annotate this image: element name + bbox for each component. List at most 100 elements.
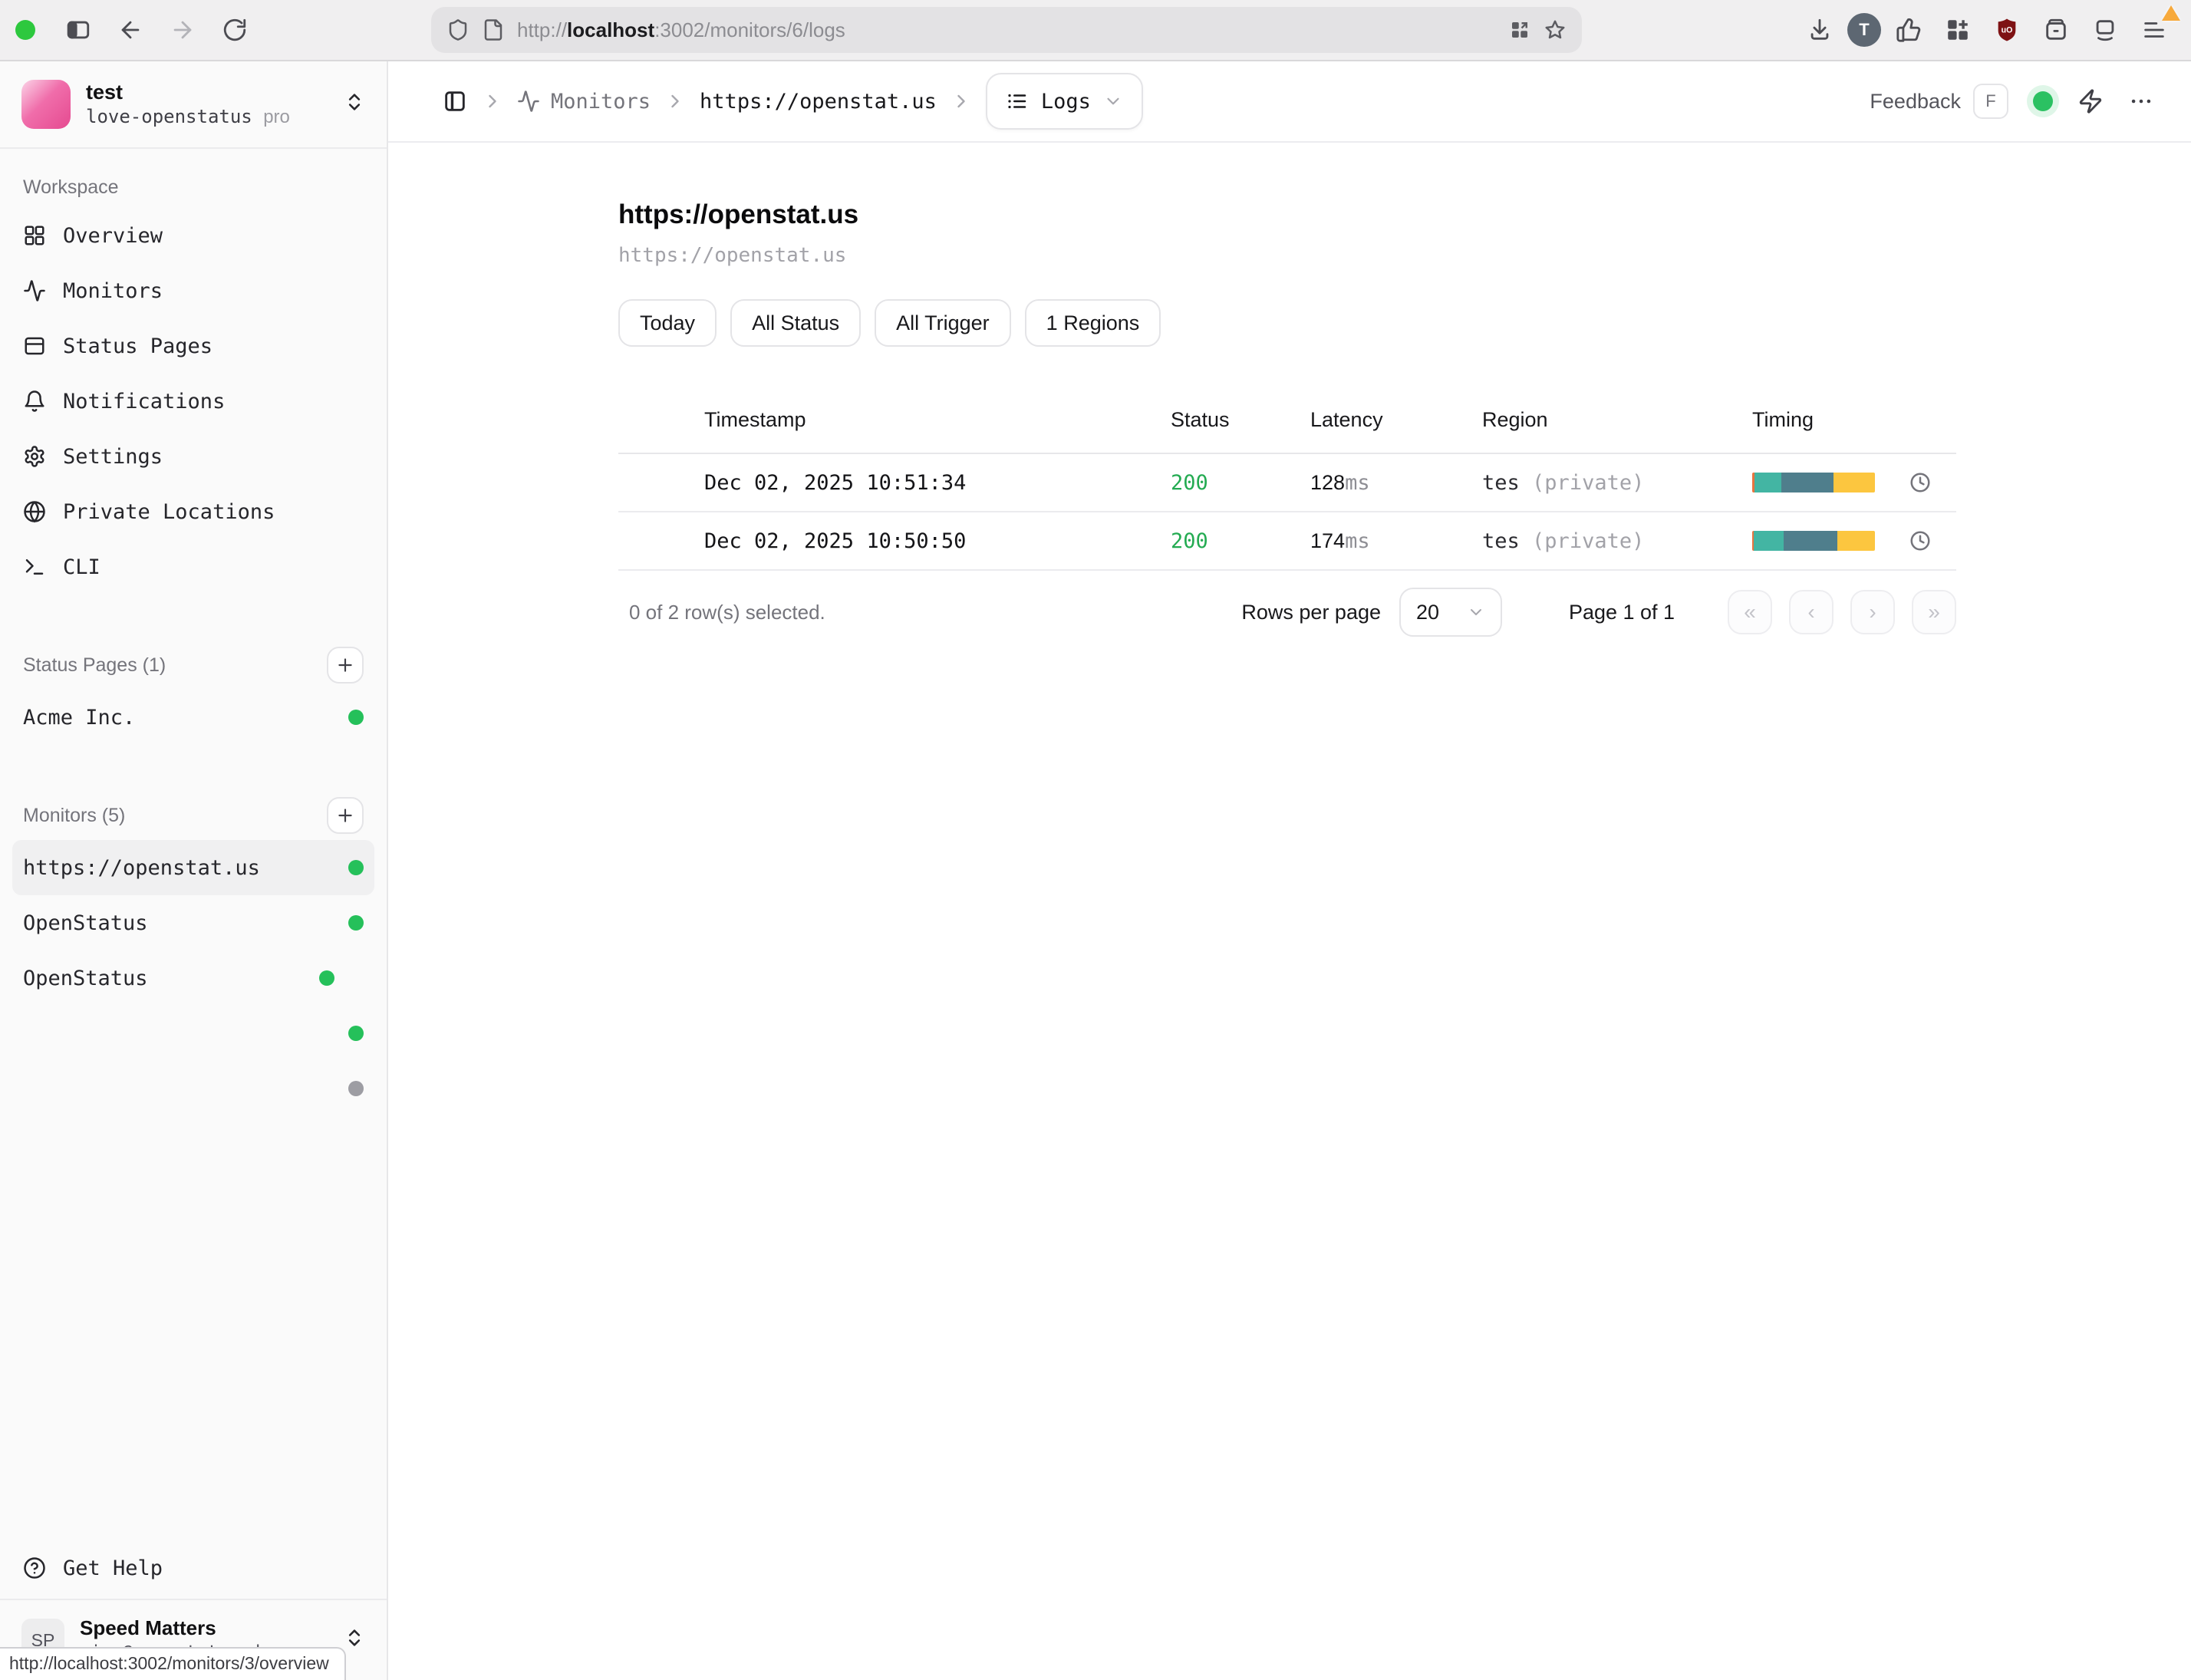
- monitor-item-openstatus-2[interactable]: OpenStatus: [12, 950, 374, 1006]
- zap-icon[interactable]: [2077, 88, 2104, 114]
- svg-text:uO: uO: [2002, 26, 2013, 35]
- clock-icon: [1909, 529, 1932, 552]
- terminal-icon: [23, 555, 46, 578]
- back-icon[interactable]: [109, 8, 152, 51]
- activity-icon: [517, 90, 540, 113]
- latency-cell: 128ms: [1270, 471, 1442, 495]
- region-cell: tes (private): [1442, 471, 1712, 495]
- timing-cell: [1712, 529, 1956, 552]
- sidebar-item-private-locations[interactable]: Private Locations: [12, 484, 374, 539]
- laptop-icon[interactable]: [2084, 8, 2127, 51]
- gear-icon: [23, 445, 46, 468]
- breadcrumb-monitors[interactable]: Monitors: [517, 90, 651, 114]
- tiles-expand-icon[interactable]: [1508, 18, 1531, 41]
- sidebar-item-notifications[interactable]: Notifications: [12, 374, 374, 429]
- workspace-switcher[interactable]: test love-openstatus pro: [0, 61, 387, 149]
- clock-icon: [1909, 471, 1932, 494]
- add-monitor-button[interactable]: [327, 797, 364, 834]
- sidebar-item-label: Private Locations: [63, 500, 275, 524]
- plus-icon: [335, 655, 355, 675]
- filters: Today All Status All Trigger 1 Regions: [618, 299, 1956, 347]
- table-footer: 0 of 2 row(s) selected. Rows per page 20…: [618, 588, 1956, 637]
- status-page-item-acme[interactable]: Acme Inc.: [12, 690, 374, 745]
- profile-avatar[interactable]: T: [1847, 13, 1881, 47]
- sidebar-item-cli[interactable]: CLI: [12, 539, 374, 595]
- status-cell: 200: [1131, 471, 1270, 495]
- first-page-button[interactable]: «: [1728, 590, 1772, 634]
- statusbar-link-tooltip: http://localhost:3002/monitors/3/overvie…: [0, 1647, 346, 1680]
- reload-icon[interactable]: [213, 8, 256, 51]
- sidebar-item-label: Notifications: [63, 390, 225, 413]
- status-dot: [348, 1026, 364, 1041]
- sidebar-item-monitors[interactable]: Monitors: [12, 263, 374, 318]
- feedback-button[interactable]: Feedback F: [1870, 84, 2008, 119]
- column-header-timestamp[interactable]: Timestamp: [664, 408, 1131, 432]
- page-title: https://openstat.us: [618, 199, 1956, 230]
- archive-box-icon[interactable]: [2035, 8, 2077, 51]
- table-header-row: Timestamp Status Latency Region Timing: [618, 387, 1956, 454]
- thumbs-up-extension-icon[interactable]: [1887, 8, 1930, 51]
- rows-per-page-label: Rows per page: [1241, 601, 1381, 624]
- ublock-shield-icon[interactable]: uO: [1985, 8, 2028, 51]
- downloads-icon[interactable]: [1798, 8, 1841, 51]
- filter-status[interactable]: All Status: [730, 299, 861, 347]
- sidebar: test love-openstatus pro Workspace Overv…: [0, 61, 388, 1680]
- more-menu-icon[interactable]: [2128, 88, 2154, 114]
- status-dot: [319, 970, 334, 986]
- selected-rows-text: 0 of 2 row(s) selected.: [618, 601, 825, 624]
- live-status-dot: [2033, 91, 2053, 111]
- url-text[interactable]: http://localhost:3002/monitors/6/logs: [517, 18, 1496, 42]
- monitor-item-unnamed-1[interactable]: [12, 1006, 374, 1061]
- chevrons-up-down-icon: [344, 1626, 365, 1655]
- sidebar-item-settings[interactable]: Settings: [12, 429, 374, 484]
- monitor-item-openstat-us[interactable]: https://openstat.us: [12, 840, 374, 895]
- latency-cell: 174ms: [1270, 529, 1442, 553]
- monitor-item-openstatus-1[interactable]: OpenStatus: [12, 895, 374, 950]
- get-help-button[interactable]: Get Help: [12, 1537, 374, 1599]
- next-page-button[interactable]: ›: [1850, 590, 1895, 634]
- sidebar-item-status-pages[interactable]: Status Pages: [12, 318, 374, 374]
- timing-cell: [1712, 471, 1956, 494]
- column-header-latency[interactable]: Latency: [1270, 408, 1442, 432]
- workspace-slug: love-openstatus pro: [86, 105, 328, 129]
- panel-toggle-icon[interactable]: [442, 88, 468, 114]
- sidebar-item-label: CLI: [63, 555, 100, 579]
- main-content: Monitors https://openstat.us Logs Feedba…: [388, 61, 2191, 1680]
- filter-date[interactable]: Today: [618, 299, 717, 347]
- breadcrumb-monitor-name[interactable]: https://openstat.us: [700, 90, 937, 114]
- sidebar-item-label: Settings: [63, 445, 163, 469]
- extensions-icon[interactable]: [1936, 8, 1979, 51]
- add-status-page-button[interactable]: [327, 647, 364, 684]
- grid-icon: [23, 224, 46, 247]
- browser-sidebar-toggle-icon[interactable]: [57, 8, 100, 51]
- bell-icon: [23, 390, 46, 413]
- app-menu-icon[interactable]: [2133, 8, 2176, 51]
- prev-page-button[interactable]: ‹: [1789, 590, 1834, 634]
- traffic-light-green[interactable]: [15, 20, 35, 40]
- monitor-label: https://openstat.us: [23, 856, 348, 880]
- filter-regions[interactable]: 1 Regions: [1025, 299, 1161, 347]
- table-row[interactable]: Dec 02, 2025 10:51:34 200 128ms tes (pri…: [618, 454, 1956, 512]
- page-icon[interactable]: [482, 18, 505, 41]
- column-header-status[interactable]: Status: [1131, 408, 1270, 432]
- column-header-region[interactable]: Region: [1442, 408, 1712, 432]
- rows-per-page-select[interactable]: 20: [1399, 588, 1502, 637]
- shield-icon[interactable]: [446, 18, 470, 41]
- region-cell: tes (private): [1442, 529, 1712, 553]
- update-badge: [2162, 5, 2180, 21]
- filter-trigger[interactable]: All Trigger: [875, 299, 1011, 347]
- sidebar-item-label: Monitors: [63, 279, 163, 303]
- url-bar[interactable]: http://localhost:3002/monitors/6/logs: [431, 7, 1582, 53]
- last-page-button[interactable]: »: [1912, 590, 1956, 634]
- panel-top-icon: [23, 334, 46, 357]
- column-header-timing[interactable]: Timing: [1712, 408, 1956, 432]
- logs-view-selector[interactable]: Logs: [986, 73, 1143, 130]
- bookmark-star-icon[interactable]: [1544, 18, 1567, 41]
- status-dot: [348, 915, 364, 931]
- monitor-item-unnamed-2[interactable]: [12, 1061, 374, 1116]
- workspace-section-label: Workspace: [12, 161, 374, 208]
- table-row[interactable]: Dec 02, 2025 10:50:50 200 174ms tes (pri…: [618, 512, 1956, 571]
- chevrons-up-down-icon: [344, 91, 365, 119]
- sidebar-item-overview[interactable]: Overview: [12, 208, 374, 263]
- page-subtitle: https://openstat.us: [618, 244, 1956, 267]
